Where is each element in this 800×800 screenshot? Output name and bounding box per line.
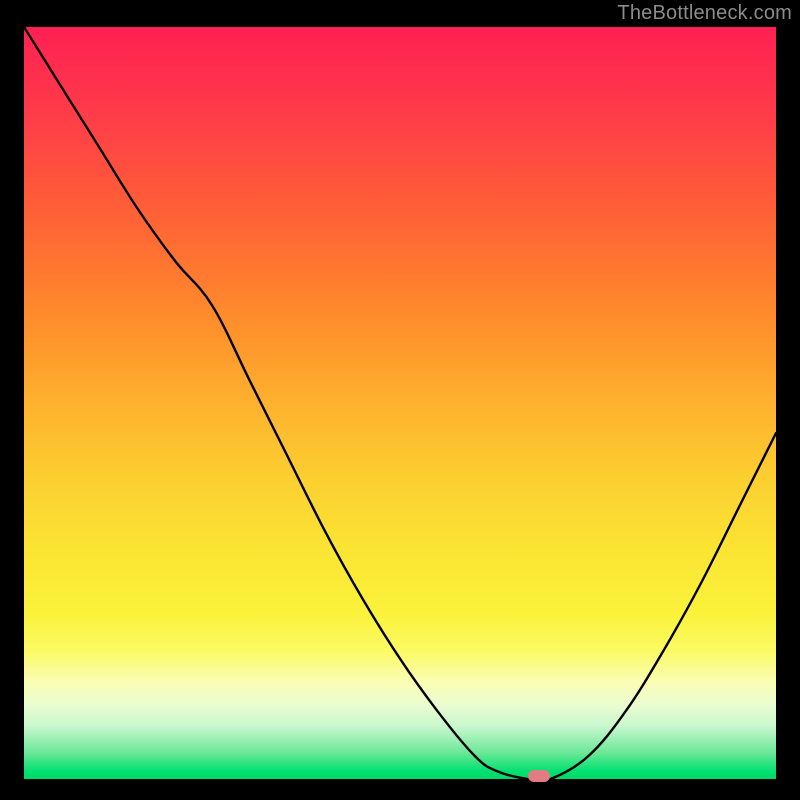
plot-area: [24, 27, 776, 779]
chart-container: TheBottleneck.com: [0, 0, 800, 800]
optimal-marker: [528, 770, 550, 782]
bottleneck-curve: [24, 27, 776, 779]
attribution-text: TheBottleneck.com: [617, 2, 792, 25]
curve-path: [24, 27, 776, 779]
